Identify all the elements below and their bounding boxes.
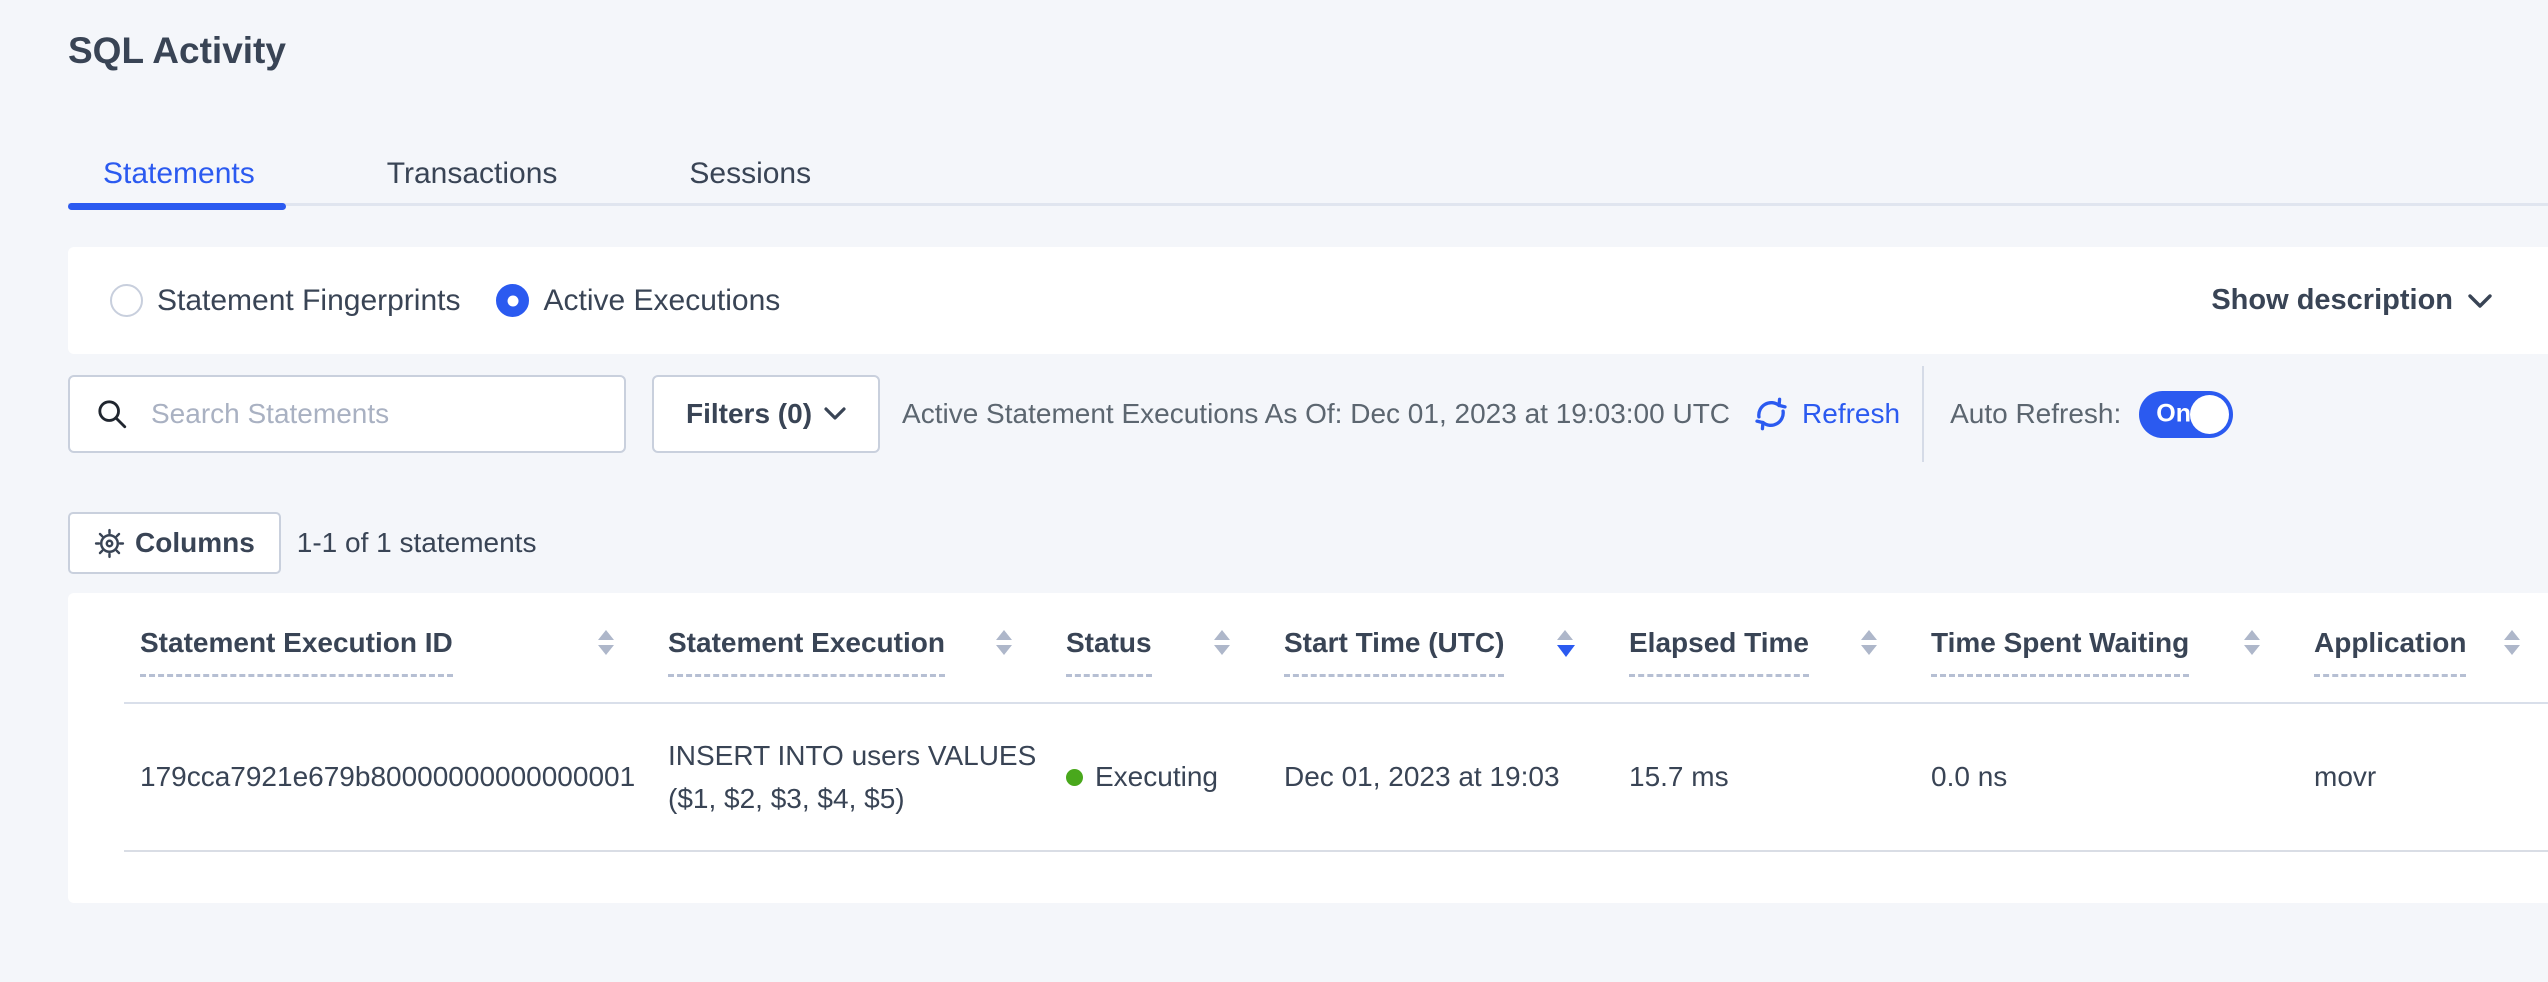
page-title: SQL Activity bbox=[68, 30, 286, 72]
auto-refresh-toggle[interactable]: On bbox=[2139, 391, 2233, 438]
active-tab-underline bbox=[68, 203, 286, 210]
sort-icon-active-desc bbox=[1557, 630, 1575, 657]
view-mode-card: Statement Fingerprints Active Executions… bbox=[68, 247, 2548, 354]
vertical-divider bbox=[1922, 366, 1924, 462]
table-toolbar: Columns 1-1 of 1 statements bbox=[68, 512, 536, 574]
column-header-application[interactable]: Application bbox=[2314, 627, 2548, 677]
sort-icon bbox=[2504, 630, 2520, 655]
status-label: Executing bbox=[1095, 761, 1218, 793]
row-divider bbox=[124, 850, 2548, 852]
tab-sessions[interactable]: Sessions bbox=[654, 145, 846, 203]
column-header-elapsed-time[interactable]: Elapsed Time bbox=[1629, 627, 1931, 677]
cell-statement: INSERT INTO users VALUES ($1, $2, $3, $4… bbox=[668, 734, 1066, 820]
show-description-label: Show description bbox=[2211, 284, 2453, 317]
sort-icon bbox=[1214, 630, 1230, 655]
radio-label: Statement Fingerprints bbox=[157, 284, 460, 318]
refresh-label: Refresh bbox=[1802, 398, 1900, 430]
refresh-icon bbox=[1750, 393, 1792, 435]
radio-selected-icon bbox=[496, 284, 529, 317]
column-header-statement-execution[interactable]: Statement Execution bbox=[668, 627, 1066, 677]
radio-label: Active Executions bbox=[543, 284, 780, 318]
cell-time-spent-waiting: 0.0 ns bbox=[1931, 761, 2314, 793]
search-box bbox=[68, 375, 626, 453]
tab-bar: Statements Transactions Sessions bbox=[68, 140, 2548, 206]
columns-button[interactable]: Columns bbox=[68, 512, 281, 574]
column-header-statement-execution-id[interactable]: Statement Execution ID bbox=[140, 627, 668, 677]
statements-table: Statement Execution ID Statement Executi… bbox=[68, 593, 2548, 903]
sort-icon bbox=[2244, 630, 2260, 655]
toggle-state-label: On bbox=[2156, 400, 2191, 429]
search-icon bbox=[95, 397, 129, 431]
radio-statement-fingerprints[interactable]: Statement Fingerprints bbox=[110, 284, 460, 318]
cell-start-time: Dec 01, 2023 at 19:03 bbox=[1284, 761, 1629, 793]
as-of-text: Active Statement Executions As Of: Dec 0… bbox=[902, 398, 1730, 430]
column-header-start-time[interactable]: Start Time (UTC) bbox=[1284, 627, 1629, 677]
sort-icon bbox=[996, 630, 1012, 655]
cell-execution-id: 179cca7921e679b80000000000000001 bbox=[140, 761, 668, 793]
result-count: 1-1 of 1 statements bbox=[297, 527, 537, 559]
auto-refresh-label: Auto Refresh: bbox=[1950, 398, 2121, 430]
sort-icon bbox=[1861, 630, 1877, 655]
search-input[interactable] bbox=[151, 398, 591, 430]
cell-application: movr bbox=[2314, 761, 2548, 793]
filters-button[interactable]: Filters (0) bbox=[652, 375, 880, 453]
show-description-button[interactable]: Show description bbox=[2211, 247, 2493, 354]
column-header-time-spent-waiting[interactable]: Time Spent Waiting bbox=[1931, 627, 2314, 677]
tab-transactions[interactable]: Transactions bbox=[352, 145, 593, 203]
chevron-down-icon bbox=[824, 406, 846, 422]
cell-status: Executing bbox=[1066, 761, 1284, 793]
chevron-down-icon bbox=[2467, 292, 2493, 310]
sort-icon bbox=[598, 630, 614, 655]
columns-label: Columns bbox=[135, 527, 255, 559]
toggle-knob bbox=[2190, 395, 2229, 434]
filters-label: Filters (0) bbox=[686, 398, 812, 430]
column-header-status[interactable]: Status bbox=[1066, 627, 1284, 677]
table-row[interactable]: 179cca7921e679b80000000000000001 INSERT … bbox=[68, 704, 2548, 850]
radio-unselected-icon bbox=[110, 284, 143, 317]
tab-statements[interactable]: Statements bbox=[68, 145, 290, 203]
status-dot-icon bbox=[1066, 769, 1083, 786]
table-header: Statement Execution ID Statement Executi… bbox=[68, 593, 2548, 704]
cell-elapsed-time: 15.7 ms bbox=[1629, 761, 1931, 793]
gear-icon bbox=[94, 528, 125, 559]
sql-activity-page: SQL Activity Statements Transactions Ses… bbox=[0, 0, 2548, 982]
refresh-button[interactable]: Refresh bbox=[1750, 393, 1900, 435]
radio-active-executions[interactable]: Active Executions bbox=[496, 284, 780, 318]
controls-row: Filters (0) Active Statement Executions … bbox=[68, 375, 2548, 453]
